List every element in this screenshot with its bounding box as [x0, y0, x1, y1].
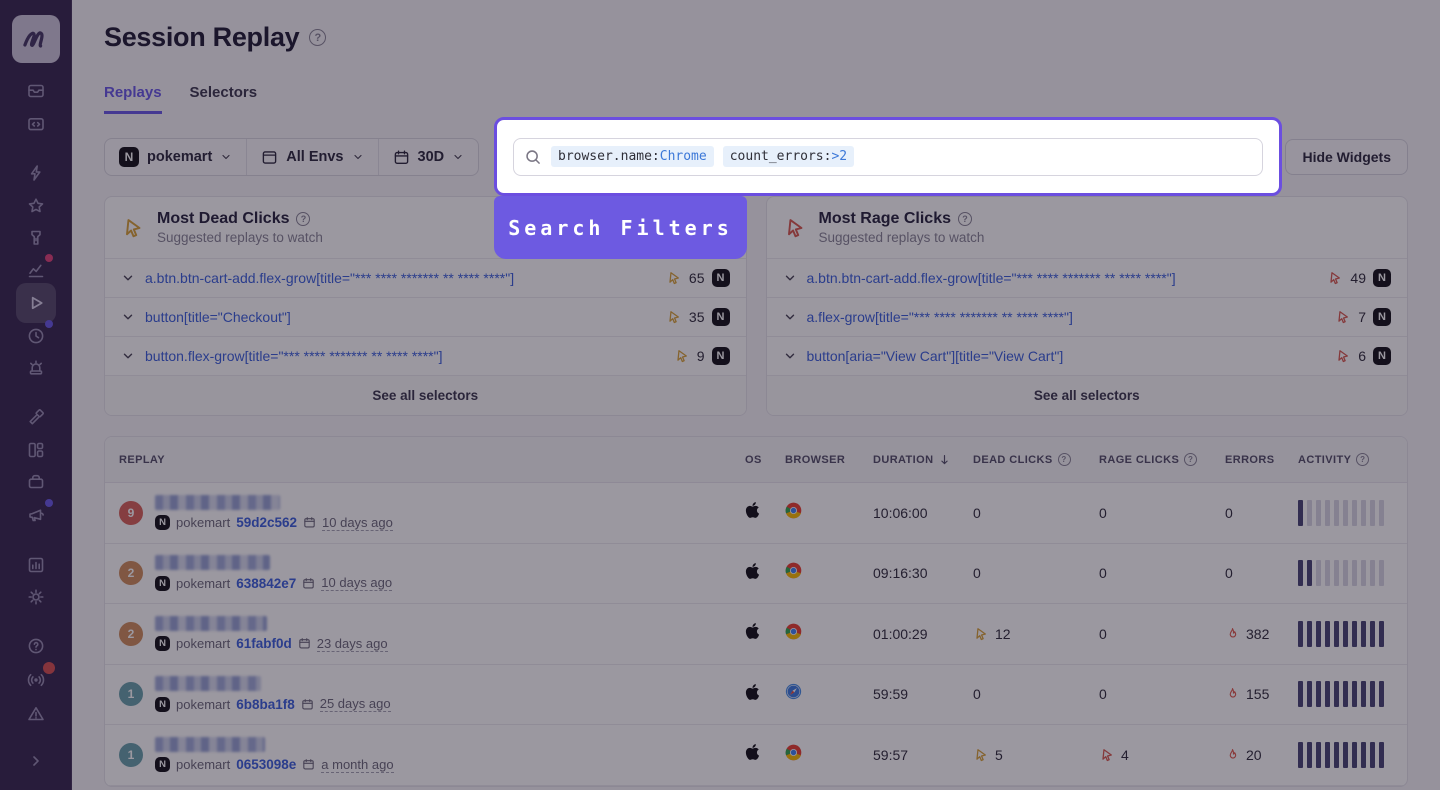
search-filters-tooltip: Search Filters — [494, 196, 747, 259]
search-filter-spotlight: browser.name:Chrome count_errors:>2 — [494, 117, 1282, 196]
search-filters-input[interactable]: browser.name:Chrome count_errors:>2 — [513, 138, 1263, 176]
search-icon — [524, 148, 542, 166]
filter-token-errors[interactable]: count_errors:>2 — [723, 146, 854, 167]
filter-token-browser[interactable]: browser.name:Chrome — [551, 146, 714, 167]
